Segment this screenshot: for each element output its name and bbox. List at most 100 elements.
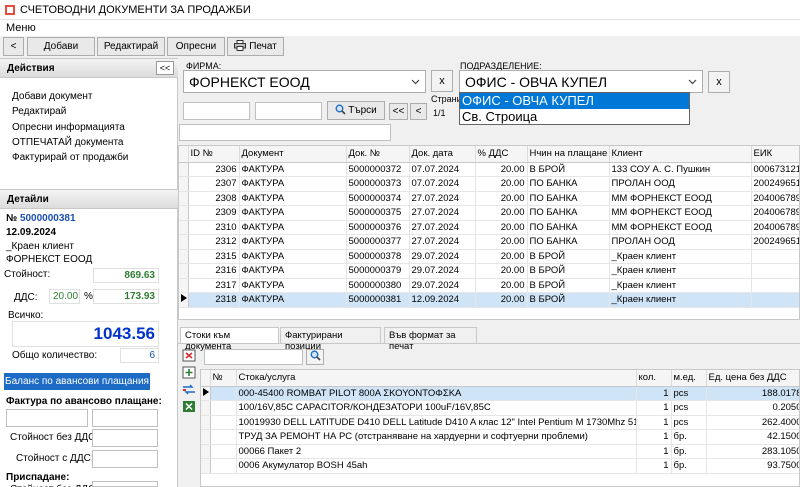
value-no-vat-input[interactable] (92, 429, 158, 447)
table-row[interactable]: 2306 ФАКТУРА 5000000372 07.07.2024 20.00 В БР… (179, 162, 799, 177)
search-from-input[interactable] (183, 102, 250, 120)
row-indicator (201, 400, 211, 416)
tab[interactable]: Стоки към документа (180, 327, 279, 352)
table-cell: ФАКТУРА (239, 162, 347, 177)
column-header[interactable]: Нчин на плащане (527, 146, 610, 163)
excel-icon[interactable] (182, 400, 196, 413)
table-row[interactable]: 2308 ФАКТУРА 5000000374 27.07.2024 20.00 ПО Б… (179, 191, 799, 206)
first-page-button[interactable]: << (389, 103, 408, 120)
collapse-button[interactable]: << (156, 61, 174, 75)
table-row[interactable]: 100/16V,85C CAPACITOR/КОНДЕЗАТОРИ 100uF/… (201, 400, 799, 416)
value-field: 869.63 (93, 268, 159, 283)
delete-row-icon[interactable] (182, 349, 196, 362)
column-header[interactable]: % ДДС (475, 146, 528, 163)
firm-select[interactable]: ФОРНЕКСТ ЕООД (183, 70, 426, 93)
column-header[interactable]: м.ед. (671, 370, 707, 387)
row-indicator (201, 386, 211, 401)
table-cell: 2310 (188, 220, 240, 235)
dropdown-option[interactable]: Св. Строица (460, 109, 689, 125)
advance-invoice-input[interactable] (6, 409, 88, 427)
table-cell: 200249651 (751, 176, 799, 192)
table-row[interactable]: 2312 ФАКТУРА 5000000377 27.07.2024 20.00 ПО Б… (179, 234, 799, 250)
table-row[interactable]: 2317 ФАКТУРА 5000000380 29.07.2024 20.00 В БР… (179, 278, 799, 293)
table-cell: ММ ФОРНЕКСТ ЕООД (609, 191, 752, 206)
table-cell: ФАКТУРА (239, 249, 347, 264)
row-indicator (201, 444, 211, 459)
division-select[interactable]: ОФИС - ОВЧА КУПЕЛ (459, 70, 703, 93)
tab[interactable]: Фактурирани позиции (280, 327, 381, 352)
column-header[interactable]: Стока/услуга (236, 370, 637, 387)
table-row[interactable]: 2318 ФАКТУРА 5000000381 12.09.2024 20.00 В БР… (179, 292, 799, 308)
prev-page-button[interactable]: < (410, 103, 427, 120)
print-label: Печат (249, 41, 277, 52)
search-button[interactable]: Търси (327, 101, 385, 120)
table-cell: ПО БАНКА (527, 191, 610, 206)
print-button[interactable]: Печат (227, 37, 284, 56)
deduction-input[interactable] (92, 481, 158, 487)
table-cell: 200249651 (751, 234, 799, 250)
action-item[interactable]: ОТПЕЧАТАЙ документа (12, 137, 123, 148)
column-header[interactable]: Док. № (346, 146, 410, 163)
division-clear-button[interactable]: x (708, 71, 730, 93)
action-item[interactable]: Редактирай (12, 106, 66, 117)
total-field: 1043.56 (12, 321, 159, 347)
firm-clear-button[interactable]: x (431, 70, 453, 92)
table-row[interactable]: 2309 ФАКТУРА 5000000375 27.07.2024 20.00 ПО Б… (179, 205, 799, 221)
tab[interactable]: Във формат за печат (384, 327, 477, 352)
action-item[interactable]: Добави документ (12, 91, 93, 102)
move-row-icon[interactable] (182, 383, 196, 396)
dropdown-option[interactable]: ОФИС - ОВЧА КУПЕЛ (460, 93, 689, 109)
column-header[interactable]: Документ (239, 146, 347, 163)
table-cell: 2309 (188, 205, 240, 221)
advance-invoice-date-input[interactable] (92, 409, 158, 427)
column-header[interactable]: ID № (188, 146, 240, 163)
advance-balance-button[interactable]: Баланс по авансови плащания (4, 373, 150, 390)
table-cell: ФАКТУРА (239, 220, 347, 235)
percent-sign: % (84, 291, 93, 302)
items-filter-input[interactable] (204, 349, 303, 365)
value-label: Стойност: (4, 269, 51, 280)
value-with-vat-input[interactable] (92, 450, 158, 468)
table-row[interactable]: 2315 ФАКТУРА 5000000378 29.07.2024 20.00 В БР… (179, 249, 799, 264)
app-icon (5, 5, 15, 15)
filter-input[interactable] (179, 124, 391, 141)
back-button[interactable]: < (3, 37, 24, 56)
search-to-input[interactable] (255, 102, 322, 120)
table-cell: 5000000376 (346, 220, 410, 235)
refresh-button[interactable]: Опресни (167, 37, 225, 56)
title-bar: СЧЕТОВОДНИ ДОКУМЕНТИ ЗА ПРОДАЖБИ (0, 0, 800, 20)
add-button[interactable]: Добави (27, 37, 95, 56)
table-row[interactable]: 2307 ФАКТУРА 5000000373 07.07.2024 20.00 ПО Б… (179, 176, 799, 192)
table-row[interactable]: 10019930 DELL LATITUDE D410 DELL Latitud… (201, 415, 799, 430)
column-header[interactable]: Ед. цена без ДДС (706, 370, 799, 387)
table-cell: 10019930 DELL LATITUDE D410 DELL Latitud… (236, 415, 637, 430)
table-cell: 00066 Пакет 2 (236, 444, 637, 459)
table-row[interactable]: 0006 Акумулатор BOSH 45ah 1 бр. 93.7500 (201, 458, 799, 474)
table-row[interactable]: 00066 Пакет 2 1 бр. 283.1050 (201, 444, 799, 459)
table-row[interactable]: ТРУД ЗА РЕМОНТ НА PC (отстраняване на ха… (201, 429, 799, 445)
table-row[interactable]: 2310 ФАКТУРА 5000000376 27.07.2024 20.00 ПО Б… (179, 220, 799, 235)
menu-item[interactable]: Меню (6, 22, 36, 34)
table-row[interactable]: 2316 ФАКТУРА 5000000379 29.07.2024 20.00 В БР… (179, 263, 799, 279)
column-header[interactable]: Клиент (609, 146, 752, 163)
column-header[interactable]: № (210, 370, 237, 387)
table-cell: В БРОЙ (527, 249, 610, 264)
edit-button[interactable]: Редактирай (97, 37, 165, 56)
page-label: Страни (431, 94, 459, 104)
value-no-vat-label: Стойност без ДДС: (10, 432, 99, 443)
action-item[interactable]: Фактурирай от продажби (12, 152, 128, 163)
column-header[interactable]: ЕИК (751, 146, 799, 163)
actions-title: Действия (7, 63, 55, 74)
action-item[interactable]: Опресни информацията (12, 122, 125, 133)
row-indicator (179, 292, 189, 308)
items-search-button[interactable] (306, 349, 324, 365)
row-indicator (179, 278, 189, 293)
table-cell: В БРОЙ (527, 292, 610, 308)
column-header[interactable]: Док. дата (409, 146, 476, 163)
column-header[interactable]: кол. (636, 370, 672, 387)
row-indicator (179, 162, 189, 177)
table-row[interactable]: 000-45400 ROMBAT PILOT 800A ΣΚΟΥΟΝΤΟΦΣΚΑ… (201, 386, 799, 401)
table-cell: ФАКТУРА (239, 176, 347, 192)
row-indicator (179, 176, 189, 192)
add-row-icon[interactable] (182, 366, 196, 379)
